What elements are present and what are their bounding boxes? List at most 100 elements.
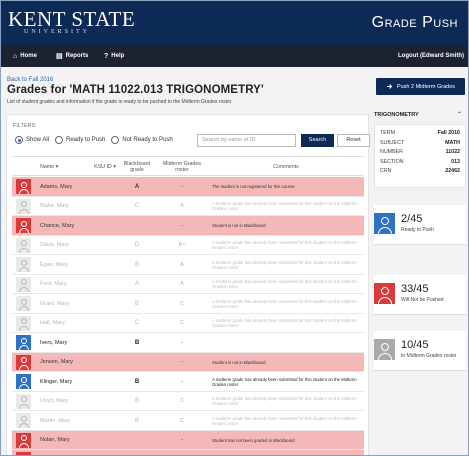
kent-state-logo[interactable]: KENT STATE UNIVERSITY bbox=[8, 9, 135, 36]
nav-bar: ⌂ Home ▤ Reports ? Help Logout (Edward S… bbox=[1, 46, 468, 67]
table-row[interactable]: Oswald, Mary -Student has not been graded… bbox=[12, 450, 364, 455]
table-row[interactable]: Lloyd, Mary B C A midterm grade has already… bbox=[12, 391, 364, 411]
info-value: 11022 bbox=[445, 149, 460, 155]
stat-card[interactable]: 2/45 Ready to Push bbox=[374, 205, 466, 245]
row-comment: Student is not in Blackboard bbox=[212, 359, 266, 365]
midterm-grade: - bbox=[181, 339, 183, 346]
row-comment: The student is not registered for this c… bbox=[212, 184, 295, 190]
logout-link[interactable]: Logout (Edward Smith) bbox=[398, 46, 464, 67]
nav-reports[interactable]: ▤ Reports bbox=[56, 46, 88, 67]
nav-help[interactable]: ? Help bbox=[104, 46, 124, 67]
stat-count: 10/45 bbox=[401, 339, 429, 351]
student-avatar-icon bbox=[16, 315, 31, 331]
table-row[interactable]: Blake, Mary C A A midterm grade has already… bbox=[12, 196, 364, 216]
reset-button[interactable]: Reset bbox=[337, 134, 370, 147]
midterm-grade: A bbox=[180, 261, 184, 268]
stat-label: Ready to Push bbox=[401, 227, 434, 233]
midterm-grade: - bbox=[181, 359, 183, 366]
student-name: Lloyd, Mary bbox=[40, 398, 69, 405]
filter-not-ready[interactable]: Not Ready to Push bbox=[111, 136, 173, 144]
student-name: Jensen, Mary bbox=[40, 359, 74, 366]
table-row[interactable]: Nolan, Mary - Student has not been graded … bbox=[12, 430, 364, 451]
student-name: Grant, Mary bbox=[40, 300, 70, 307]
table-row[interactable]: Adams, Mary A - The student is not register… bbox=[12, 177, 364, 197]
blackboard-grade: B bbox=[134, 339, 140, 346]
blackboard-grade: D bbox=[134, 242, 140, 249]
blackboard-grade: A bbox=[134, 183, 140, 190]
filter-ready[interactable]: Ready to Push bbox=[55, 136, 105, 144]
blackboard-grade bbox=[120, 450, 154, 455]
stat-label: Will Not be Pushed bbox=[401, 297, 444, 303]
table-row[interactable]: Davis, Mary D B+ A midterm grade has alread… bbox=[12, 235, 364, 255]
table-row[interactable]: Ivers, Mary B - bbox=[12, 333, 364, 353]
blackboard-grade: B bbox=[134, 378, 140, 385]
filter-show-all[interactable]: Show All bbox=[15, 136, 49, 144]
column-blackboard: Blackboard grade bbox=[123, 161, 151, 173]
midterm-grade: - bbox=[181, 437, 183, 444]
info-key: SECTION bbox=[380, 158, 404, 165]
chevron-up-icon[interactable]: ⌃ bbox=[457, 111, 462, 118]
radio-ready[interactable] bbox=[55, 136, 64, 144]
student-group-icon bbox=[374, 283, 395, 304]
student-avatar-icon bbox=[16, 237, 31, 253]
radio-not-ready[interactable] bbox=[111, 136, 120, 144]
table-row[interactable]: Martin, Mary B C A midterm grade has alread… bbox=[12, 411, 364, 431]
blackboard-grade bbox=[120, 431, 154, 451]
midterm-grade: C bbox=[180, 320, 184, 327]
student-avatar-icon bbox=[16, 198, 31, 214]
blackboard-grade: B bbox=[134, 417, 139, 424]
blackboard-grade: C bbox=[134, 320, 140, 327]
home-icon: ⌂ bbox=[13, 53, 18, 60]
student-name: Martin, Mary bbox=[40, 417, 71, 424]
table-row[interactable]: Egan, Mary B A A midterm grade has already … bbox=[12, 255, 364, 275]
stat-label: In Midterm Grades roster bbox=[401, 353, 457, 359]
stat-count: 2/45 bbox=[401, 213, 423, 225]
info-value: 013 bbox=[451, 158, 460, 165]
table-row[interactable]: Chance, Mary - Student is not in Blackboar… bbox=[12, 216, 364, 236]
info-key: SUBJECT bbox=[380, 139, 405, 146]
column-midterm: Midterm Grades roster bbox=[163, 161, 201, 173]
help-icon: ? bbox=[104, 53, 109, 60]
grades-panel: FILTERS: Show All Ready to Push Not Read… bbox=[6, 114, 370, 455]
table-row[interactable]: Ford, Mary A A A midterm grade has already … bbox=[12, 274, 364, 294]
table-row[interactable]: Jensen, Mary - Student is not in Blackboar… bbox=[12, 352, 364, 372]
course-sidebar: TRIGONOMETRY ⌃ TERM Fall 2016 SUBJECT MATH N… bbox=[374, 107, 466, 455]
midterm-grade: C bbox=[180, 417, 184, 424]
stat-card[interactable]: 10/45 In Midterm Grades roster bbox=[374, 331, 466, 371]
row-comment: Student has not been graded in Blackboar… bbox=[212, 450, 362, 455]
student-name: Ivers, Mary bbox=[40, 339, 68, 346]
table-header: Name ▾ KSU ID ▾ Blackboard grade Midterm… bbox=[12, 156, 364, 176]
radio-show-all[interactable] bbox=[15, 136, 23, 144]
info-key: TERM bbox=[380, 130, 396, 136]
stat-count: 33/45 bbox=[401, 283, 429, 295]
nav-home[interactable]: ⌂ Home bbox=[13, 46, 37, 67]
row-comment: Student is not in Blackboard bbox=[212, 223, 266, 229]
table-row[interactable]: Klinger, Mary B - A midterm grade has alrea… bbox=[12, 372, 364, 392]
app-title: Grade Push bbox=[371, 14, 458, 31]
course-info-row: SUBJECT MATH bbox=[380, 139, 460, 149]
midterm-grade: - bbox=[181, 183, 183, 190]
filters-label: FILTERS: bbox=[13, 123, 37, 129]
midterm-grade: C bbox=[180, 300, 184, 307]
filter-ready-label: Ready to Push bbox=[66, 137, 106, 143]
search-button[interactable]: Search bbox=[301, 134, 334, 147]
info-key: NUMBER bbox=[380, 149, 403, 155]
student-name: Ford, Mary bbox=[40, 281, 67, 288]
course-summary-header[interactable]: TRIGONOMETRY ⌃ bbox=[374, 112, 466, 118]
search-input[interactable]: Search by name or ID bbox=[197, 134, 296, 147]
info-key: CRN bbox=[380, 168, 392, 174]
column-name[interactable]: Name ▾ bbox=[40, 157, 58, 177]
column-ksu-id[interactable]: KSU ID ▾ bbox=[90, 157, 120, 177]
midterm-grade: A bbox=[180, 203, 184, 210]
student-avatar-icon bbox=[16, 393, 31, 409]
nav-reports-label: Reports bbox=[65, 53, 89, 59]
student-name: Chance, Mary bbox=[40, 222, 75, 229]
row-comment: A midterm grade has already been submitt… bbox=[212, 396, 357, 407]
stat-card[interactable]: 33/45 Will Not be Pushed bbox=[374, 275, 466, 315]
table-row[interactable]: Hall, Mary C C A midterm grade has already … bbox=[12, 313, 364, 333]
page-subtitle: List of student grades and information i… bbox=[7, 99, 232, 105]
push-grades-button[interactable]: Push 2 Midterm Grades bbox=[376, 78, 465, 95]
table-row[interactable]: Grant, Mary B C A midterm grade has already… bbox=[12, 294, 364, 314]
main-content: Back to Fall 2016 Grades for 'MATH 11022… bbox=[1, 67, 468, 455]
back-link[interactable]: Back to Fall 2016 bbox=[7, 77, 53, 83]
